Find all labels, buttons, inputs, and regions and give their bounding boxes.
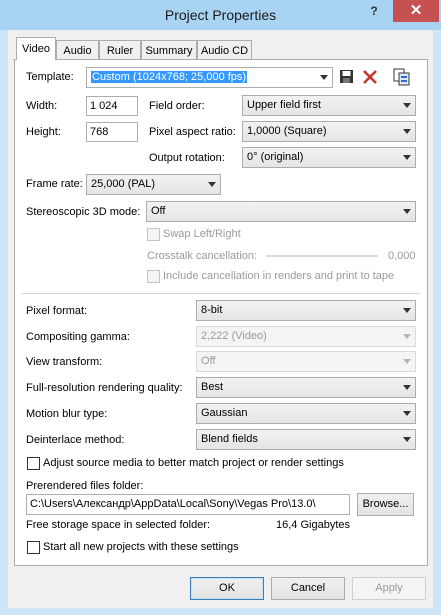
tab-summary[interactable]: Summary: [141, 40, 197, 60]
deinterlace-label: Deinterlace method:: [26, 434, 125, 446]
tab-audio-cd[interactable]: Audio CD: [197, 40, 252, 60]
output-rotation-dropdown[interactable]: 0° (original): [242, 147, 416, 168]
chevron-down-icon: [403, 385, 411, 390]
adjust-source-label: Adjust source media to better match proj…: [43, 457, 344, 469]
crosstalk-value: 0,000: [388, 250, 416, 262]
pixel-aspect-value: 1,0000 (Square): [247, 125, 327, 137]
ok-button[interactable]: OK: [190, 577, 264, 600]
field-order-label: Field order:: [149, 100, 205, 112]
chevron-down-icon: [403, 308, 411, 313]
tab-ruler[interactable]: Ruler: [99, 40, 141, 60]
chevron-down-icon: [208, 182, 216, 187]
delete-template-button[interactable]: [361, 68, 379, 86]
chevron-down-icon: [403, 103, 411, 108]
adjust-source-checkbox[interactable]: [27, 457, 40, 470]
template-label: Template:: [26, 71, 74, 83]
help-button[interactable]: ?: [356, 0, 392, 22]
deinterlace-dropdown[interactable]: Blend fields: [196, 429, 416, 450]
tab-audio[interactable]: Audio: [56, 40, 99, 60]
chevron-down-icon: [403, 129, 411, 134]
save-template-button[interactable]: [338, 68, 356, 86]
crosstalk-label: Crosstalk cancellation:: [147, 250, 258, 262]
include-cancellation-label: Include cancellation in renders and prin…: [163, 270, 395, 282]
prerendered-folder-input[interactable]: C:\Users\Александр\AppData\Local\Sony\Ve…: [26, 494, 350, 515]
stereo-value: Off: [151, 205, 166, 217]
render-quality-dropdown[interactable]: Best: [196, 377, 416, 398]
compositing-gamma-dropdown[interactable]: 2,222 (Video): [196, 326, 416, 347]
start-all-projects-checkbox[interactable]: [27, 541, 40, 554]
view-transform-dropdown[interactable]: Off: [196, 351, 416, 372]
match-media-icon: [393, 68, 410, 86]
pixel-format-label: Pixel format:: [26, 305, 88, 317]
stereo-label: Stereoscopic 3D mode:: [26, 206, 141, 218]
start-all-projects-label: Start all new projects with these settin…: [43, 541, 239, 553]
template-value: Custom (1024x768; 25,000 fps): [91, 71, 248, 83]
crosstalk-slider[interactable]: [266, 255, 378, 257]
swap-left-right-checkbox[interactable]: [147, 228, 160, 241]
height-label: Height:: [26, 126, 61, 138]
stereo-dropdown[interactable]: Off: [146, 201, 416, 222]
free-space-value: 16,4 Gigabytes: [276, 519, 350, 531]
template-dropdown[interactable]: Custom (1024x768; 25,000 fps): [86, 67, 333, 88]
field-order-dropdown[interactable]: Upper field first: [242, 95, 416, 116]
deinterlace-value: Blend fields: [201, 433, 258, 445]
motion-blur-dropdown[interactable]: Gaussian: [196, 403, 416, 424]
prerendered-folder-label: Prerendered files folder:: [26, 480, 144, 492]
swap-left-right-label: Swap Left/Right: [163, 228, 241, 240]
frame-rate-value: 25,000 (PAL): [91, 178, 156, 190]
width-input[interactable]: 1 024: [86, 96, 138, 116]
chevron-down-icon: [403, 334, 411, 339]
output-rotation-label: Output rotation:: [149, 152, 225, 164]
save-icon: [340, 70, 353, 83]
view-transform-value: Off: [201, 355, 216, 367]
browse-button[interactable]: Browse...: [357, 493, 414, 516]
chevron-down-icon: [403, 209, 411, 214]
output-rotation-value: 0° (original): [247, 151, 304, 163]
view-transform-label: View transform:: [26, 356, 103, 368]
compositing-gamma-value: 2,222 (Video): [201, 330, 267, 342]
chevron-down-icon: [403, 155, 411, 160]
pixel-format-dropdown[interactable]: 8-bit: [196, 300, 416, 321]
divider: [22, 293, 420, 294]
delete-x-icon: [363, 70, 377, 84]
frame-rate-dropdown[interactable]: 25,000 (PAL): [86, 174, 221, 195]
apply-button[interactable]: Apply: [352, 577, 426, 600]
chevron-down-icon: [403, 437, 411, 442]
pixel-format-value: 8-bit: [201, 304, 223, 316]
free-space-label: Free storage space in selected folder:: [26, 519, 211, 531]
motion-blur-label: Motion blur type:: [26, 408, 108, 420]
cancel-button[interactable]: Cancel: [271, 577, 345, 600]
include-cancellation-checkbox[interactable]: [147, 270, 160, 283]
compositing-gamma-label: Compositing gamma:: [26, 331, 130, 343]
tab-video[interactable]: Video: [16, 37, 56, 60]
chevron-down-icon: [403, 359, 411, 364]
pixel-aspect-label: Pixel aspect ratio:: [149, 126, 236, 138]
chevron-down-icon: [320, 75, 328, 80]
match-media-settings-button[interactable]: [392, 67, 412, 87]
motion-blur-value: Gaussian: [201, 407, 248, 419]
width-label: Width:: [26, 100, 58, 112]
height-input[interactable]: 768: [86, 122, 138, 142]
pixel-aspect-dropdown[interactable]: 1,0000 (Square): [242, 121, 416, 142]
close-button[interactable]: ✕: [393, 0, 439, 22]
render-quality-label: Full-resolution rendering quality:: [26, 382, 183, 394]
field-order-value: Upper field first: [247, 99, 321, 111]
frame-rate-label: Frame rate:: [26, 178, 83, 190]
render-quality-value: Best: [201, 381, 224, 393]
chevron-down-icon: [403, 411, 411, 416]
